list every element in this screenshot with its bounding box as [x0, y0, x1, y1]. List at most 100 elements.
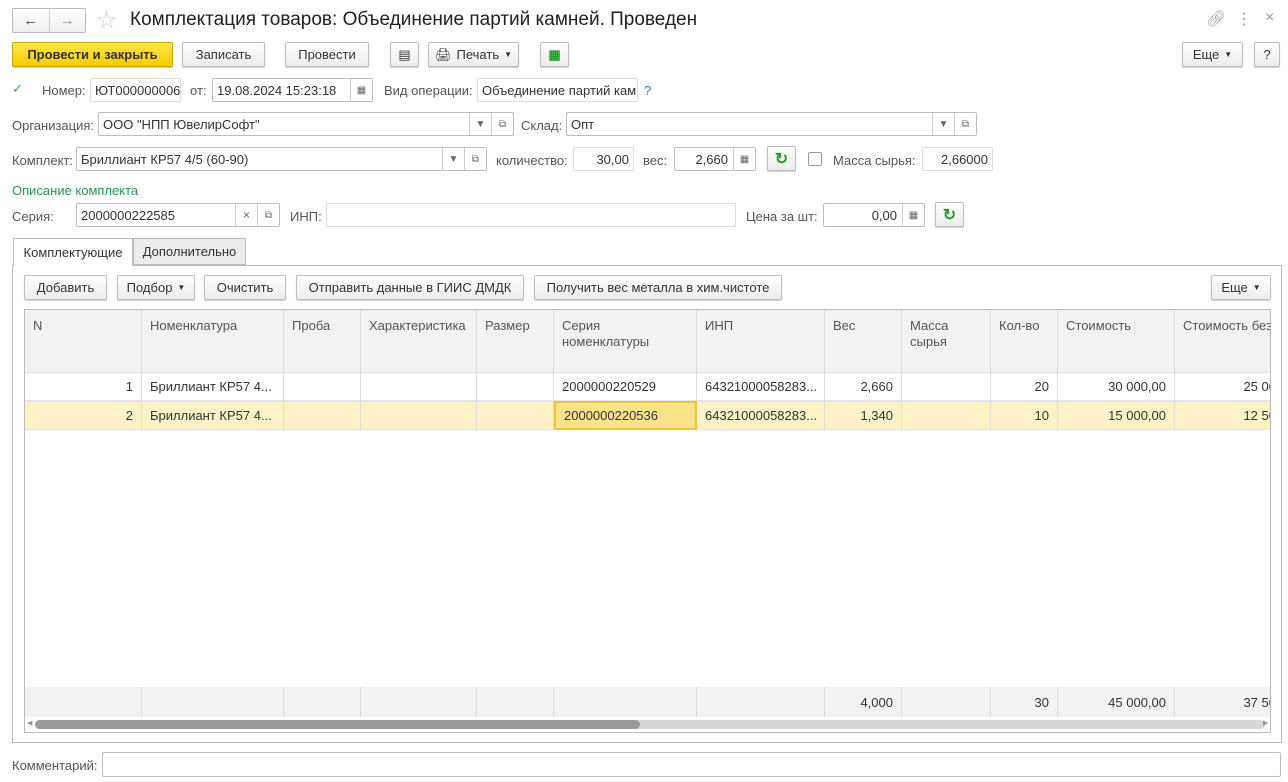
org-value: ООО "НПП ЮвелирСофт" [103, 116, 260, 132]
operation-label: Вид операции: [384, 83, 473, 98]
column-header[interactable]: Характеристика [361, 310, 477, 372]
favorite-star-icon[interactable]: ☆ [96, 6, 118, 35]
column-header[interactable]: Проба [284, 310, 361, 372]
price-field[interactable]: 0,00 ▦ [823, 203, 925, 227]
pick-label: Подбор [126, 280, 173, 295]
table-more-button[interactable]: Еще ▼ [1211, 275, 1271, 300]
close-icon[interactable]: × [1265, 9, 1274, 27]
get-metal-weight-button[interactable]: Получить вес металла в хим.чистоте [534, 275, 782, 300]
components-table: N Номенклатура Проба Характеристика Размер Се… [24, 309, 1271, 733]
column-header[interactable]: N [25, 310, 142, 372]
date-field[interactable]: 19.08.2024 15:23:18 ▦ [212, 78, 373, 102]
post-and-close-button[interactable]: Провести и закрыть [12, 42, 173, 67]
dropdown-icon[interactable]: ▼ [469, 113, 491, 135]
scroll-left-icon[interactable]: ◀ [27, 719, 32, 727]
calculator-icon[interactable]: ▦ [733, 148, 755, 170]
column-header[interactable]: Серия номенклатуры [554, 310, 697, 372]
table-cell[interactable] [361, 401, 477, 430]
table-cell[interactable]: 25 00 [1175, 372, 1270, 401]
column-header[interactable]: Размер [477, 310, 554, 372]
save-button[interactable]: Записать [182, 42, 265, 67]
column-header[interactable]: Стоимость без [1175, 310, 1270, 372]
table-cell[interactable] [477, 401, 554, 430]
column-header[interactable]: Вес [825, 310, 902, 372]
structure-icon[interactable]: ▦ [540, 42, 569, 67]
calendar-icon[interactable]: ▦ [350, 79, 372, 101]
link-icon[interactable]: 🔗︎ [1206, 9, 1226, 29]
scrollbar-thumb[interactable] [35, 720, 640, 729]
column-header[interactable]: Стоимость [1058, 310, 1175, 372]
dropdown-icon[interactable]: ▼ [932, 113, 954, 135]
refresh-icon: ↻ [942, 206, 957, 224]
refresh-weight-button[interactable]: ↻ [767, 146, 796, 171]
refresh-price-button[interactable]: ↻ [935, 202, 964, 227]
dropdown-icon: ▼ [504, 50, 513, 59]
table-cell[interactable]: 2000000220536 [554, 401, 697, 430]
more-vert-icon[interactable]: ⋮ [1236, 9, 1252, 29]
print-button[interactable]: 🖨︎ Печать ▼ [428, 42, 519, 67]
scroll-right-icon[interactable]: ▶ [1263, 719, 1268, 727]
table-cell[interactable]: 10 [991, 401, 1058, 430]
open-icon[interactable]: ⧉ [491, 113, 513, 135]
table-cell[interactable]: 64321000058283... [697, 401, 825, 430]
inp-field[interactable] [326, 203, 736, 227]
table-cell[interactable] [284, 372, 361, 401]
total-cell: 4,000 [825, 687, 902, 717]
kit-field[interactable]: Бриллиант КР57 4/5 (60-90) ▼ ⧉ [76, 147, 487, 171]
table-cell[interactable]: 20 [991, 372, 1058, 401]
column-header[interactable]: ИНП [697, 310, 825, 372]
more-button[interactable]: Еще ▼ [1182, 42, 1243, 67]
back-icon[interactable]: ← [13, 9, 50, 32]
calculator-icon[interactable]: ▦ [902, 204, 924, 226]
forward-icon[interactable]: → [50, 9, 86, 32]
send-gis-button[interactable]: Отправить данные в ГИИС ДМДК [296, 275, 524, 300]
clear-button[interactable]: Очистить [204, 275, 286, 300]
clear-icon[interactable]: × [235, 204, 257, 226]
tab-components[interactable]: Комплектующие [13, 238, 133, 266]
quantity-field[interactable]: 30,00 [573, 147, 634, 171]
table-cell[interactable]: 1 [25, 372, 142, 401]
number-field[interactable]: ЮТ000000006 [90, 78, 181, 102]
series-field[interactable]: 2000000222585 × ⧉ [76, 203, 280, 227]
table-cell[interactable]: Бриллиант КР57 4... [142, 401, 284, 430]
column-header[interactable]: Номенклатура [142, 310, 284, 372]
comment-field[interactable] [102, 752, 1281, 777]
open-icon[interactable]: ⧉ [954, 113, 976, 135]
open-icon[interactable]: ⧉ [464, 148, 486, 170]
total-cell [554, 687, 697, 717]
operation-help-link[interactable]: ? [644, 83, 651, 98]
table-cell[interactable] [902, 401, 991, 430]
number-label: Номер: [42, 83, 86, 98]
table-cell[interactable]: 64321000058283... [697, 372, 825, 401]
open-icon[interactable]: ⧉ [257, 204, 279, 226]
org-field[interactable]: ООО "НПП ЮвелирСофт" ▼ ⧉ [98, 112, 514, 136]
operation-field[interactable]: Объединение партий кам [477, 78, 638, 102]
dropdown-icon[interactable]: ▼ [442, 148, 464, 170]
table-cell[interactable]: 2000000220529 [554, 372, 697, 401]
report-icon[interactable]: ▤ [390, 42, 419, 67]
table-cell[interactable] [902, 372, 991, 401]
table-cell[interactable]: 30 000,00 [1058, 372, 1175, 401]
column-header[interactable]: Масса сырья [902, 310, 991, 372]
series-value: 2000000222585 [81, 207, 175, 223]
raw-mass-field[interactable]: 2,66000 [922, 147, 993, 171]
tab-additional[interactable]: Дополнительно [133, 238, 246, 265]
table-cell[interactable] [477, 372, 554, 401]
table-cell[interactable]: 1,340 [825, 401, 902, 430]
weight-field[interactable]: 2,660 ▦ [674, 147, 756, 171]
table-cell[interactable]: Бриллиант КР57 4... [142, 372, 284, 401]
table-cell[interactable]: 12 50 [1175, 401, 1270, 430]
raw-mass-checkbox[interactable] [808, 152, 822, 166]
table-cell[interactable]: 2 [25, 401, 142, 430]
table-cell[interactable] [284, 401, 361, 430]
column-header[interactable]: Кол-во [991, 310, 1058, 372]
table-cell[interactable]: 15 000,00 [1058, 401, 1175, 430]
table-cell[interactable] [361, 372, 477, 401]
warehouse-field[interactable]: Опт ▼ ⧉ [566, 112, 977, 136]
table-cell[interactable]: 2,660 [825, 372, 902, 401]
help-button[interactable]: ? [1254, 42, 1280, 67]
post-button[interactable]: Провести [285, 42, 369, 67]
add-button[interactable]: Добавить [24, 275, 107, 300]
horizontal-scrollbar[interactable] [35, 720, 1265, 729]
pick-button[interactable]: Подбор ▼ [117, 275, 195, 300]
